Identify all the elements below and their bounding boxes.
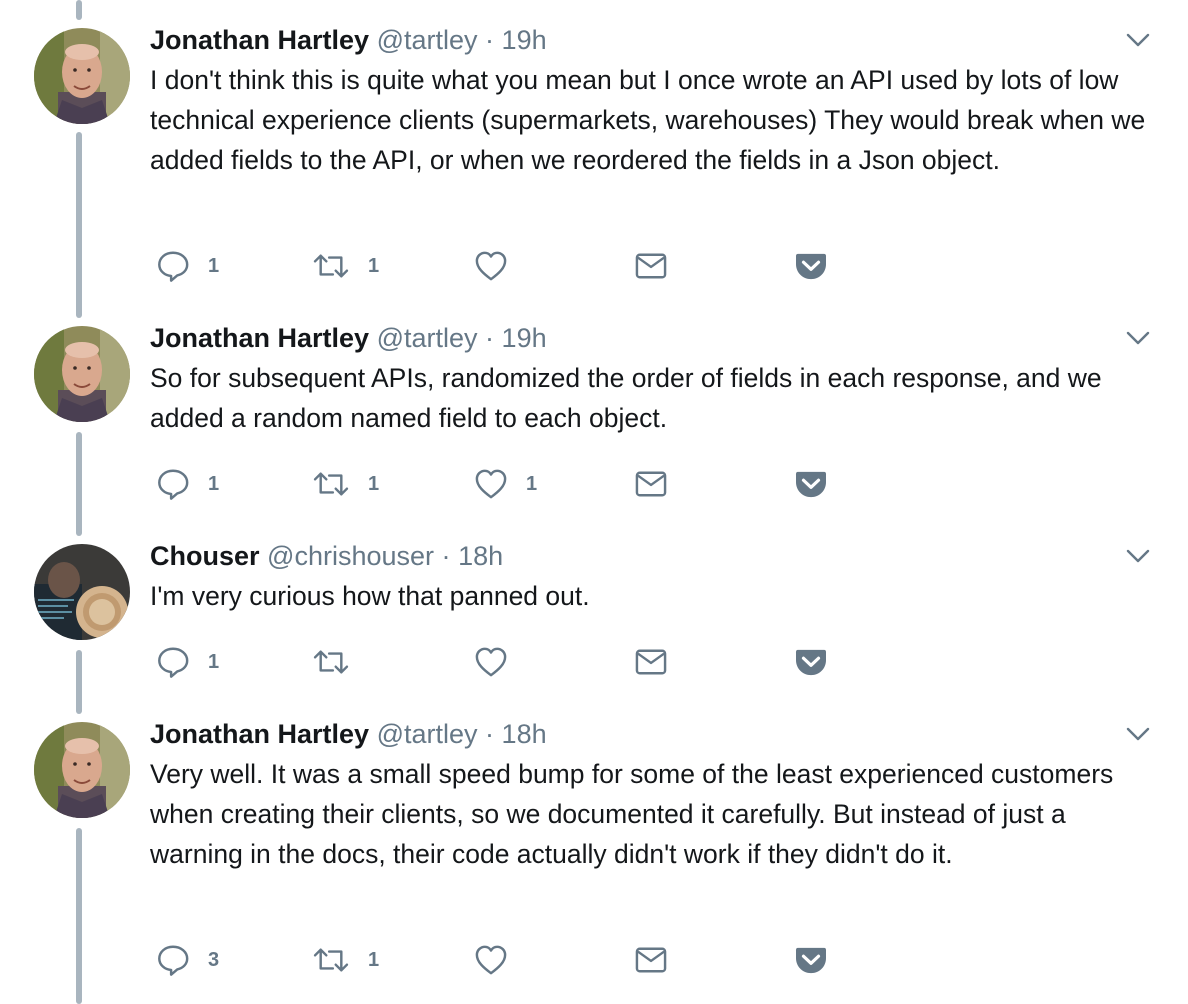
author-handle[interactable]: @chrishouser: [267, 541, 434, 571]
envelope-icon: [634, 469, 668, 499]
avatar[interactable]: [34, 326, 130, 422]
direct-message-button[interactable]: [634, 248, 668, 284]
retweet-button[interactable]: 1: [312, 248, 379, 284]
heart-icon: [474, 468, 508, 500]
tweet-actions: 3 1: [156, 942, 856, 978]
author-handle[interactable]: @tartley: [377, 25, 478, 55]
retweet-icon: [312, 945, 350, 975]
direct-message-button[interactable]: [634, 942, 668, 978]
heart-icon: [474, 944, 508, 976]
timestamp[interactable]: 18h: [502, 719, 547, 749]
reply-icon: [156, 645, 190, 679]
author-name[interactable]: Jonathan Hartley: [150, 25, 369, 55]
heart-icon: [474, 646, 508, 678]
retweet-count: 1: [368, 948, 380, 971]
heart-icon: [474, 250, 508, 282]
tweet-actions: 1 1: [156, 248, 856, 284]
timestamp[interactable]: 19h: [502, 323, 547, 353]
reply-icon: [156, 467, 190, 501]
chevron-down-icon[interactable]: [1126, 726, 1150, 742]
tweet-text: I don't think this is quite what you mea…: [150, 65, 1146, 175]
tweet-text: So for subsequent APIs, randomized the o…: [150, 363, 1102, 433]
chevron-down-icon[interactable]: [1126, 548, 1150, 564]
thread-line: [76, 0, 82, 20]
thread-line: [76, 828, 82, 1004]
retweet-button[interactable]: 1: [312, 466, 379, 502]
author-name[interactable]: Jonathan Hartley: [150, 323, 369, 353]
save-to-pocket-button[interactable]: [794, 942, 828, 978]
author-handle[interactable]: @tartley: [377, 719, 478, 749]
conversation-thread: Jonathan Hartley @tartley · 19h I don't …: [0, 0, 1188, 1004]
tweet-header: Chouser @chrishouser · 18h: [150, 536, 503, 576]
retweet-icon: [312, 647, 350, 677]
envelope-icon: [634, 945, 668, 975]
like-button[interactable]: [474, 248, 526, 284]
tweet-text: Very well. It was a small speed bump for…: [150, 759, 1114, 869]
chevron-down-icon[interactable]: [1126, 32, 1150, 48]
separator-dot: ·: [485, 719, 495, 749]
tweet-header: Jonathan Hartley @tartley · 19h: [150, 318, 547, 358]
retweet-button[interactable]: [312, 644, 368, 680]
reply-icon: [156, 249, 190, 283]
reply-count: 1: [208, 650, 220, 673]
tweet-header: Jonathan Hartley @tartley · 18h: [150, 714, 547, 754]
save-to-pocket-button[interactable]: [794, 248, 828, 284]
reply-count: 1: [208, 254, 220, 277]
separator-dot: ·: [485, 323, 495, 353]
direct-message-button[interactable]: [634, 466, 668, 502]
envelope-icon: [634, 647, 668, 677]
like-button[interactable]: [474, 644, 526, 680]
like-button[interactable]: [474, 942, 526, 978]
tweet-text: I'm very curious how that panned out.: [150, 581, 590, 611]
pocket-icon: [794, 647, 828, 677]
reply-button[interactable]: 1: [156, 466, 219, 502]
pocket-icon: [794, 469, 828, 499]
timestamp[interactable]: 19h: [502, 25, 547, 55]
reply-count: 1: [208, 472, 220, 495]
reply-button[interactable]: 1: [156, 644, 219, 680]
pocket-icon: [794, 945, 828, 975]
avatar[interactable]: [34, 544, 130, 640]
thread-line: [76, 132, 82, 318]
save-to-pocket-button[interactable]: [794, 644, 828, 680]
save-to-pocket-button[interactable]: [794, 466, 828, 502]
envelope-icon: [634, 251, 668, 281]
tweet-actions: 1 1 1: [156, 466, 856, 502]
timestamp[interactable]: 18h: [458, 541, 503, 571]
retweet-icon: [312, 469, 350, 499]
retweet-icon: [312, 251, 350, 281]
author-name[interactable]: Jonathan Hartley: [150, 719, 369, 749]
chevron-down-icon[interactable]: [1126, 330, 1150, 346]
like-button[interactable]: 1: [474, 466, 537, 502]
pocket-icon: [794, 251, 828, 281]
tweet-actions: 1: [156, 644, 856, 680]
reply-icon: [156, 943, 190, 977]
separator-dot: ·: [485, 25, 495, 55]
avatar[interactable]: [34, 722, 130, 818]
reply-count: 3: [208, 948, 220, 971]
retweet-count: 1: [368, 472, 380, 495]
author-name[interactable]: Chouser: [150, 541, 260, 571]
retweet-button[interactable]: 1: [312, 942, 379, 978]
thread-line: [76, 650, 82, 714]
thread-line: [76, 432, 82, 536]
tweet-header: Jonathan Hartley @tartley · 19h: [150, 20, 547, 60]
reply-button[interactable]: 1: [156, 248, 219, 284]
separator-dot: ·: [441, 541, 451, 571]
direct-message-button[interactable]: [634, 644, 668, 680]
retweet-count: 1: [368, 254, 380, 277]
author-handle[interactable]: @tartley: [377, 323, 478, 353]
avatar[interactable]: [34, 28, 130, 124]
reply-button[interactable]: 3: [156, 942, 219, 978]
like-count: 1: [526, 472, 538, 495]
